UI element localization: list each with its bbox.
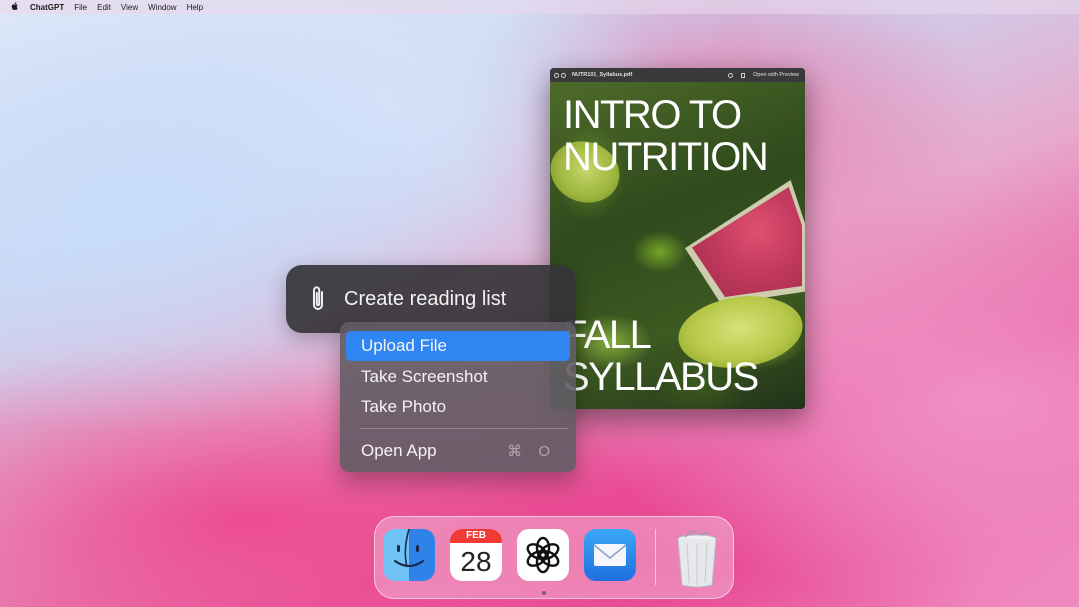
apple-logo-icon[interactable]: [10, 1, 20, 13]
info-icon[interactable]: [728, 72, 734, 78]
menu-bar: ChatGPT File Edit View Window Help: [0, 0, 1079, 14]
syllabus-cover-image: INTRO TO NUTRITION FALL SYLLABUS: [550, 82, 805, 409]
menu-shortcut: ⌘ O: [507, 443, 556, 460]
menu-edit[interactable]: Edit: [97, 3, 111, 12]
pdf-preview-window[interactable]: NUTR101_Syllabus.pdf Open with Preview I…: [550, 68, 805, 409]
dock: FEB 28: [374, 516, 734, 599]
paperclip-icon[interactable]: [306, 284, 330, 314]
attach-context-menu: Upload File Take Screenshot Take Photo O…: [340, 322, 576, 472]
menu-view[interactable]: View: [121, 3, 138, 12]
trash-icon[interactable]: [671, 529, 723, 588]
close-icon[interactable]: [554, 72, 559, 78]
running-indicator: [542, 591, 546, 595]
preview-titlebar: NUTR101_Syllabus.pdf Open with Preview: [550, 68, 805, 82]
cover-title: INTRO TO NUTRITION: [563, 93, 769, 179]
menu-window[interactable]: Window: [148, 3, 176, 12]
chatgpt-icon[interactable]: [517, 529, 569, 581]
menu-file[interactable]: File: [74, 3, 87, 12]
mail-icon[interactable]: [584, 529, 636, 581]
menu-item-label: Upload File: [361, 336, 447, 355]
calendar-day: 28: [460, 546, 492, 577]
cover-subtitle: FALL SYLLABUS: [563, 313, 759, 399]
menu-item-take-screenshot[interactable]: Take Screenshot: [346, 362, 570, 392]
menu-item-take-photo[interactable]: Take Photo: [346, 392, 570, 422]
menu-item-label: Open App: [361, 441, 437, 460]
menu-item-label: Take Screenshot: [361, 367, 488, 386]
menu-separator: [360, 428, 568, 429]
menu-item-label: Take Photo: [361, 397, 447, 416]
calendar-icon[interactable]: FEB 28: [450, 529, 502, 581]
menu-item-upload-file[interactable]: Upload File: [346, 331, 570, 361]
finder-icon[interactable]: [383, 529, 435, 581]
menu-item-open-app[interactable]: Open App ⌘ O: [346, 436, 570, 466]
menu-help[interactable]: Help: [187, 3, 203, 12]
share-icon[interactable]: [741, 72, 746, 78]
dock-divider: [655, 529, 656, 585]
expand-icon[interactable]: [561, 72, 566, 78]
preview-file-name: NUTR101_Syllabus.pdf: [572, 72, 633, 78]
prompt-text[interactable]: Create reading list: [344, 288, 506, 311]
open-with-preview-button[interactable]: Open with Preview: [753, 72, 799, 78]
calendar-month: FEB: [450, 529, 502, 543]
menu-app-name[interactable]: ChatGPT: [30, 3, 64, 12]
